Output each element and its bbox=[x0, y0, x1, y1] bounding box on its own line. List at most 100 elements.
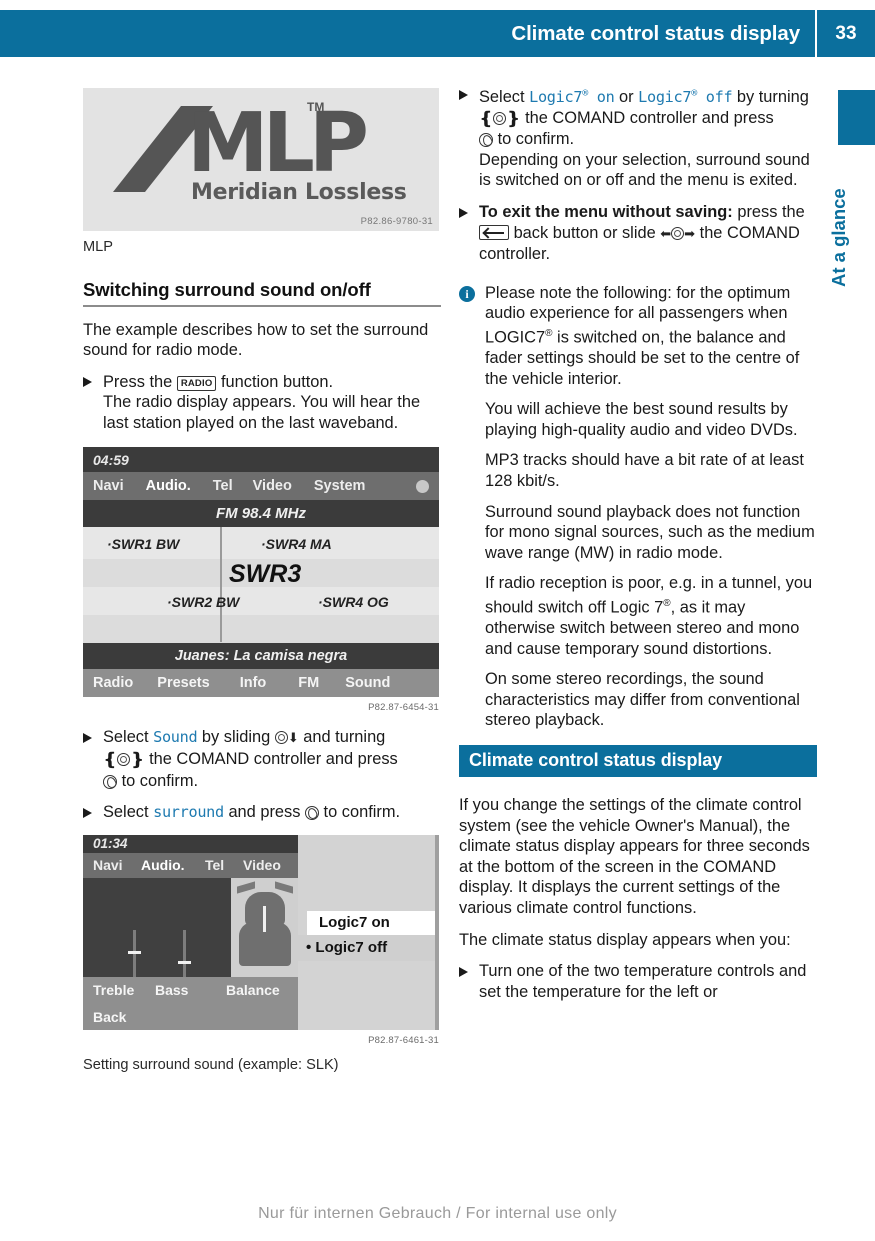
menu-item-video[interactable]: Video bbox=[253, 478, 292, 494]
caption-sound: Setting surround sound (example: SLK) bbox=[83, 1056, 339, 1073]
manual-page: Climate control status display 33 At a g… bbox=[0, 0, 875, 1241]
preset-swr4ma[interactable]: ·SWR4 MA bbox=[261, 536, 332, 552]
comand-preset-area: ·SWR1 BW ·SWR4 MA ·SWR2 BW ·SWR4 OG SWR3 bbox=[83, 527, 439, 644]
or-word: or bbox=[619, 88, 634, 107]
comand-menu-bar: Navi Audio. Tel Video bbox=[83, 852, 298, 878]
info-note-block: i Please note the following: for the opt… bbox=[459, 283, 817, 731]
mlp-letters: MLP bbox=[187, 96, 369, 191]
label-balance[interactable]: Balance bbox=[226, 977, 280, 1004]
note-paragraph-1: Please note the following: for the optim… bbox=[485, 283, 800, 388]
softkey-fm[interactable]: FM bbox=[298, 675, 319, 691]
side-tab-marker bbox=[838, 90, 875, 145]
to-confirm-text: to confirm. bbox=[323, 803, 401, 822]
note-paragraph-2: You will achieve the best sound results … bbox=[485, 400, 798, 439]
controller-slide-icon bbox=[274, 731, 288, 745]
label-treble[interactable]: Treble bbox=[93, 977, 134, 1004]
bullet-triangle-icon bbox=[459, 966, 468, 977]
menu-item-system[interactable]: System bbox=[314, 478, 366, 494]
comand-controller-text: the COMAND controller and press bbox=[149, 750, 398, 769]
bullet-text: Turn one of the two temperature controls… bbox=[479, 962, 807, 1001]
menu-item-tel[interactable]: Tel bbox=[205, 853, 224, 878]
option-logic7-off[interactable]: • Logic7 off bbox=[298, 934, 439, 961]
menu-item-tel[interactable]: Tel bbox=[213, 478, 233, 494]
arrow-down-icon: ⬇ bbox=[287, 730, 299, 746]
preset-swr4og[interactable]: ·SWR4 OG bbox=[318, 594, 389, 610]
softkey-back[interactable]: Back bbox=[83, 1003, 298, 1030]
bullet-triangle-icon bbox=[83, 377, 92, 388]
select-word: Select bbox=[479, 88, 525, 107]
bullet-select-logic7: Select Logic7® on or Logic7® off by turn… bbox=[459, 84, 817, 191]
bullet-turn-temperature: Turn one of the two temperature controls… bbox=[459, 961, 817, 1002]
comand-clock: 04:59 bbox=[83, 447, 439, 473]
note-paragraph-3: MP3 tracks should have a bit rate of at … bbox=[485, 451, 804, 491]
seat-wing-right-icon bbox=[275, 881, 293, 894]
preset-stripe bbox=[83, 615, 439, 644]
bullet-triangle-icon bbox=[459, 89, 468, 100]
option-logic7-on[interactable]: Logic7 on bbox=[307, 910, 439, 935]
preset-swr1[interactable]: ·SWR1 BW bbox=[107, 536, 179, 552]
status-dot-icon bbox=[416, 479, 429, 493]
preset-swr2[interactable]: ·SWR2 BW bbox=[167, 594, 239, 610]
back-button-icon bbox=[479, 224, 509, 240]
page-header: Climate control status display 33 bbox=[0, 10, 875, 57]
seat-wing-left-icon bbox=[237, 881, 255, 894]
balance-center-marker bbox=[263, 905, 266, 932]
controller-turn-icon: ❴ ❵ bbox=[103, 750, 145, 770]
controller-press-icon bbox=[479, 133, 493, 148]
controller-turn-icon: ❴ ❵ bbox=[479, 108, 521, 128]
figure-code-sound: P82.87-6461-31 bbox=[368, 1034, 439, 1046]
mlp-logo-image: MLP TM Meridian Lossless P82.86-9780-31 bbox=[83, 88, 439, 231]
mlp-subtitle: Meridian Lossless bbox=[191, 180, 407, 205]
menu-item-navi[interactable]: Navi bbox=[93, 478, 124, 494]
comand-clock: 01:34 bbox=[83, 834, 298, 853]
page-footer: Nur für internen Gebrauch / For internal… bbox=[258, 1205, 617, 1222]
and-turning-text: and turning bbox=[303, 728, 386, 747]
menu-item-audio[interactable]: Audio. bbox=[141, 853, 185, 878]
menu-item-video[interactable]: Video bbox=[243, 853, 281, 878]
side-tab-label: At a glance bbox=[828, 188, 849, 287]
bullet-select-surround: Select surround and press to confirm. bbox=[83, 802, 441, 823]
and-press-text: and press bbox=[228, 803, 301, 822]
menu-label-logic7-on: Logic7® on bbox=[529, 88, 615, 107]
climate-body-2: The climate status display appears when … bbox=[459, 930, 791, 949]
figure-code-radio: P82.87-6454-31 bbox=[368, 702, 439, 714]
caption-mlp: MLP bbox=[83, 239, 114, 255]
softkey-radio[interactable]: Radio bbox=[93, 675, 133, 691]
bullet-press-radio: Press the RADIO function button. The rad… bbox=[83, 372, 441, 434]
comand-menu-bar: Navi Audio. Tel Video System bbox=[83, 472, 439, 501]
menu-label-surround: surround bbox=[153, 803, 224, 822]
subheading-switching-surround: Switching surround sound on/off bbox=[83, 279, 371, 300]
comand-frequency: FM 98.4 MHz bbox=[83, 500, 439, 528]
figure-comand-sound: 01:34 Navi Audio. Tel Video Treble Bass … bbox=[83, 834, 441, 1046]
comand-radio-screen: 04:59 Navi Audio. Tel Video System FM 98… bbox=[83, 447, 439, 698]
comand-controller-text: the COMAND controller and press bbox=[525, 108, 774, 127]
preset-divider bbox=[220, 527, 222, 643]
softkey-presets[interactable]: Presets bbox=[157, 675, 209, 691]
controller-press-icon bbox=[304, 806, 319, 821]
controller-slide-icon bbox=[671, 226, 685, 240]
softkey-sound[interactable]: Sound bbox=[345, 675, 390, 691]
mlp-figure-code: P82.86-9780-31 bbox=[360, 216, 433, 227]
right-column: Select Logic7® on or Logic7® off by turn… bbox=[459, 84, 817, 1013]
by-sliding-text: by sliding bbox=[201, 728, 271, 747]
controller-press-icon bbox=[103, 774, 117, 789]
balance-seat-graphic bbox=[231, 877, 298, 977]
left-column: MLP TM Meridian Lossless P82.86-9780-31 … bbox=[83, 84, 441, 1097]
figure-comand-radio: 04:59 Navi Audio. Tel Video System FM 98… bbox=[83, 447, 441, 713]
exit-bold-lead: To exit the menu without saving: bbox=[479, 203, 733, 222]
popup-edge bbox=[435, 834, 439, 1030]
section-heading-climate: Climate control status display bbox=[459, 745, 817, 778]
treble-slider-knob[interactable] bbox=[128, 950, 141, 954]
figure-mlp-logo: MLP TM Meridian Lossless P82.86-9780-31 bbox=[83, 88, 441, 231]
menu-label-sound: Sound bbox=[153, 728, 198, 747]
bullet-triangle-icon bbox=[83, 732, 92, 743]
by-turning-text: by turning bbox=[736, 88, 809, 107]
info-icon: i bbox=[459, 285, 475, 302]
label-bass[interactable]: Bass bbox=[155, 977, 188, 1004]
softkey-info[interactable]: Info bbox=[240, 675, 267, 691]
menu-item-navi[interactable]: Navi bbox=[93, 853, 123, 878]
select-word: Select bbox=[103, 728, 149, 747]
bass-slider-knob[interactable] bbox=[178, 960, 191, 964]
menu-item-audio[interactable]: Audio. bbox=[146, 478, 191, 494]
bullet-triangle-icon bbox=[459, 207, 468, 218]
